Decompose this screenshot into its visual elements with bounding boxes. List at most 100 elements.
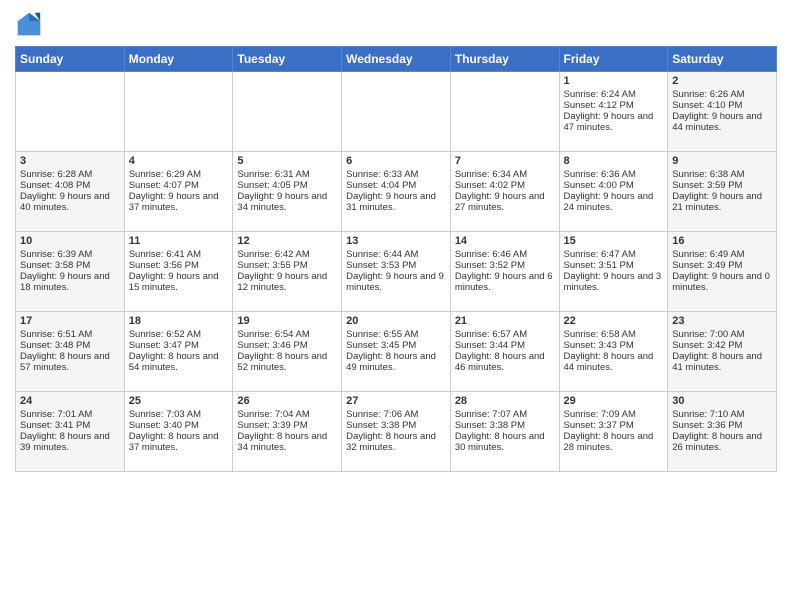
sunset: Sunset: 4:10 PM xyxy=(672,100,742,111)
sunrise: Sunrise: 6:58 AM xyxy=(564,329,636,340)
daylight: Daylight: 9 hours and 0 minutes. xyxy=(672,271,770,293)
header-sunday: Sunday xyxy=(16,47,125,72)
sunrise: Sunrise: 6:34 AM xyxy=(455,169,527,180)
header xyxy=(15,10,777,38)
calendar-cell xyxy=(124,72,233,152)
sunrise: Sunrise: 7:09 AM xyxy=(564,409,636,420)
day-number: 7 xyxy=(455,155,555,167)
sunset: Sunset: 3:36 PM xyxy=(672,420,742,431)
sunrise: Sunrise: 6:26 AM xyxy=(672,89,744,100)
daylight: Daylight: 8 hours and 52 minutes. xyxy=(237,351,327,373)
daylight: Daylight: 9 hours and 31 minutes. xyxy=(346,191,436,213)
daylight: Daylight: 8 hours and 26 minutes. xyxy=(672,431,762,453)
sunset: Sunset: 3:55 PM xyxy=(237,260,307,271)
sunset: Sunset: 4:02 PM xyxy=(455,180,525,191)
day-number: 3 xyxy=(20,155,120,167)
day-number: 13 xyxy=(346,235,446,247)
day-number: 18 xyxy=(129,315,229,327)
sunrise: Sunrise: 7:03 AM xyxy=(129,409,201,420)
sunset: Sunset: 4:08 PM xyxy=(20,180,90,191)
day-number: 15 xyxy=(564,235,664,247)
sunrise: Sunrise: 6:47 AM xyxy=(564,249,636,260)
calendar-cell: 10 Sunrise: 6:39 AM Sunset: 3:58 PM Dayl… xyxy=(16,232,125,312)
sunset: Sunset: 4:05 PM xyxy=(237,180,307,191)
sunset: Sunset: 3:56 PM xyxy=(129,260,199,271)
logo xyxy=(15,10,47,38)
day-number: 25 xyxy=(129,395,229,407)
calendar-cell: 12 Sunrise: 6:42 AM Sunset: 3:55 PM Dayl… xyxy=(233,232,342,312)
day-number: 27 xyxy=(346,395,446,407)
calendar-cell: 16 Sunrise: 6:49 AM Sunset: 3:49 PM Dayl… xyxy=(668,232,777,312)
daylight: Daylight: 8 hours and 44 minutes. xyxy=(564,351,654,373)
day-number: 11 xyxy=(129,235,229,247)
calendar-cell xyxy=(342,72,451,152)
day-number: 29 xyxy=(564,395,664,407)
header-monday: Monday xyxy=(124,47,233,72)
daylight: Daylight: 8 hours and 54 minutes. xyxy=(129,351,219,373)
sunrise: Sunrise: 6:33 AM xyxy=(346,169,418,180)
daylight: Daylight: 9 hours and 44 minutes. xyxy=(672,111,762,133)
day-number: 26 xyxy=(237,395,337,407)
sunrise: Sunrise: 6:41 AM xyxy=(129,249,201,260)
daylight: Daylight: 8 hours and 49 minutes. xyxy=(346,351,436,373)
calendar-table: Sunday Monday Tuesday Wednesday Thursday… xyxy=(15,46,777,472)
calendar-cell xyxy=(450,72,559,152)
sunrise: Sunrise: 6:28 AM xyxy=(20,169,92,180)
calendar-cell: 4 Sunrise: 6:29 AM Sunset: 4:07 PM Dayli… xyxy=(124,152,233,232)
calendar-cell: 29 Sunrise: 7:09 AM Sunset: 3:37 PM Dayl… xyxy=(559,392,668,472)
sunrise: Sunrise: 6:55 AM xyxy=(346,329,418,340)
daylight: Daylight: 9 hours and 24 minutes. xyxy=(564,191,654,213)
sunset: Sunset: 3:58 PM xyxy=(20,260,90,271)
sunrise: Sunrise: 6:31 AM xyxy=(237,169,309,180)
day-number: 10 xyxy=(20,235,120,247)
daylight: Daylight: 9 hours and 6 minutes. xyxy=(455,271,553,293)
calendar-cell: 23 Sunrise: 7:00 AM Sunset: 3:42 PM Dayl… xyxy=(668,312,777,392)
header-saturday: Saturday xyxy=(668,47,777,72)
daylight: Daylight: 9 hours and 47 minutes. xyxy=(564,111,654,133)
sunset: Sunset: 3:38 PM xyxy=(455,420,525,431)
sunrise: Sunrise: 7:04 AM xyxy=(237,409,309,420)
calendar-cell: 5 Sunrise: 6:31 AM Sunset: 4:05 PM Dayli… xyxy=(233,152,342,232)
daylight: Daylight: 8 hours and 46 minutes. xyxy=(455,351,545,373)
daylight: Daylight: 8 hours and 41 minutes. xyxy=(672,351,762,373)
daylight: Daylight: 9 hours and 15 minutes. xyxy=(129,271,219,293)
sunset: Sunset: 3:37 PM xyxy=(564,420,634,431)
sunrise: Sunrise: 6:38 AM xyxy=(672,169,744,180)
calendar-cell: 26 Sunrise: 7:04 AM Sunset: 3:39 PM Dayl… xyxy=(233,392,342,472)
sunset: Sunset: 3:44 PM xyxy=(455,340,525,351)
calendar-cell: 6 Sunrise: 6:33 AM Sunset: 4:04 PM Dayli… xyxy=(342,152,451,232)
sunset: Sunset: 3:49 PM xyxy=(672,260,742,271)
sunset: Sunset: 3:45 PM xyxy=(346,340,416,351)
calendar-cell: 28 Sunrise: 7:07 AM Sunset: 3:38 PM Dayl… xyxy=(450,392,559,472)
day-number: 4 xyxy=(129,155,229,167)
sunrise: Sunrise: 6:51 AM xyxy=(20,329,92,340)
sunset: Sunset: 4:07 PM xyxy=(129,180,199,191)
sunset: Sunset: 3:53 PM xyxy=(346,260,416,271)
daylight: Daylight: 8 hours and 32 minutes. xyxy=(346,431,436,453)
day-number: 2 xyxy=(672,75,772,87)
daylight: Daylight: 9 hours and 37 minutes. xyxy=(129,191,219,213)
header-tuesday: Tuesday xyxy=(233,47,342,72)
day-number: 5 xyxy=(237,155,337,167)
day-number: 6 xyxy=(346,155,446,167)
sunset: Sunset: 3:38 PM xyxy=(346,420,416,431)
sunrise: Sunrise: 7:06 AM xyxy=(346,409,418,420)
calendar-cell: 11 Sunrise: 6:41 AM Sunset: 3:56 PM Dayl… xyxy=(124,232,233,312)
sunrise: Sunrise: 7:07 AM xyxy=(455,409,527,420)
calendar-cell: 20 Sunrise: 6:55 AM Sunset: 3:45 PM Dayl… xyxy=(342,312,451,392)
day-number: 24 xyxy=(20,395,120,407)
calendar-cell: 22 Sunrise: 6:58 AM Sunset: 3:43 PM Dayl… xyxy=(559,312,668,392)
sunrise: Sunrise: 7:00 AM xyxy=(672,329,744,340)
daylight: Daylight: 9 hours and 3 minutes. xyxy=(564,271,662,293)
daylight: Daylight: 8 hours and 30 minutes. xyxy=(455,431,545,453)
calendar-cell xyxy=(16,72,125,152)
calendar-week-2: 3 Sunrise: 6:28 AM Sunset: 4:08 PM Dayli… xyxy=(16,152,777,232)
sunrise: Sunrise: 6:57 AM xyxy=(455,329,527,340)
page: Sunday Monday Tuesday Wednesday Thursday… xyxy=(0,0,792,612)
calendar-cell: 1 Sunrise: 6:24 AM Sunset: 4:12 PM Dayli… xyxy=(559,72,668,152)
sunrise: Sunrise: 6:49 AM xyxy=(672,249,744,260)
sunrise: Sunrise: 6:44 AM xyxy=(346,249,418,260)
day-number: 1 xyxy=(564,75,664,87)
sunrise: Sunrise: 6:46 AM xyxy=(455,249,527,260)
sunrise: Sunrise: 6:39 AM xyxy=(20,249,92,260)
